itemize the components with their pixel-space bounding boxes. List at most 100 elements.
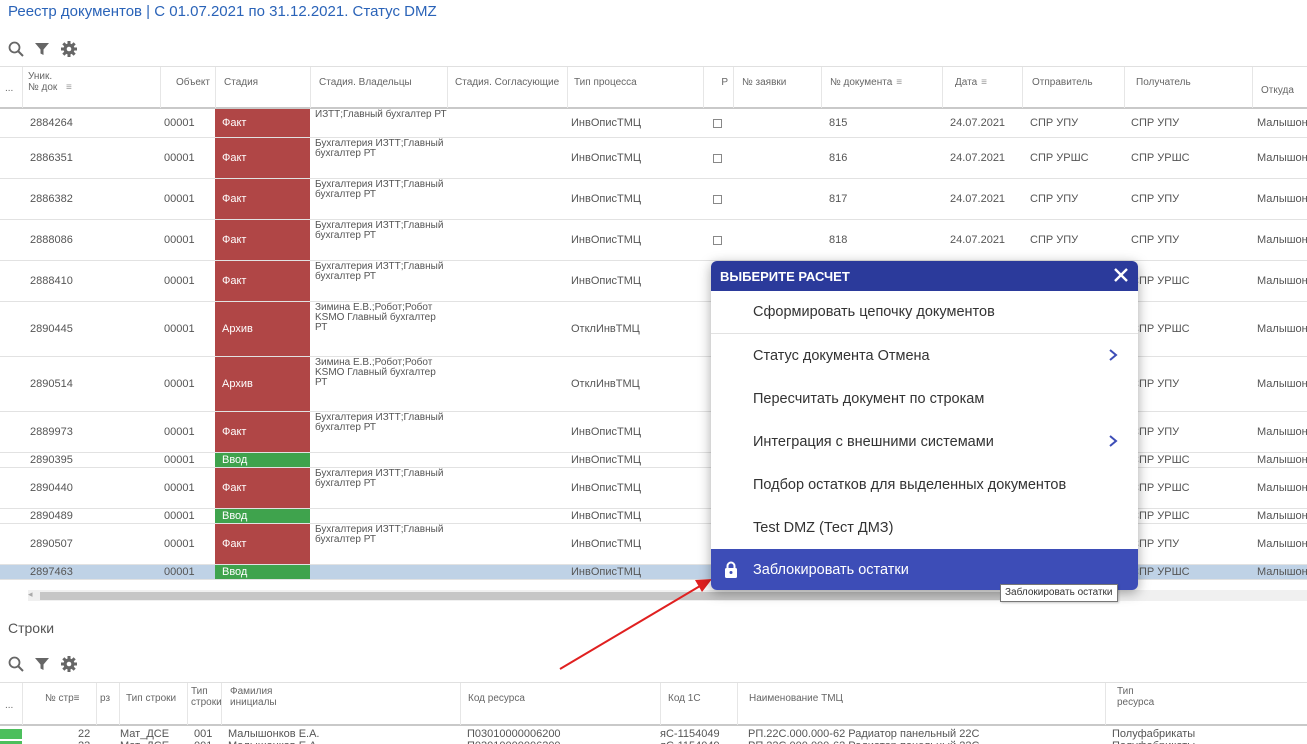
lcell-restype: Полуфабрикаты [1112, 728, 1196, 740]
cell-receiver: СПР УПУ [1131, 117, 1180, 129]
cell-process: ИнвОписТМЦ [571, 482, 642, 494]
list-item[interactable]: 22 Мат_ДСЕ 001 Малышонков Е.А. П030100000062… [0, 728, 1307, 740]
col-uniq[interactable]: Уник. № док ≡ [22, 67, 160, 108]
lcell-type: 001 [194, 740, 212, 744]
cell-sender: СПР УПУ [1030, 193, 1079, 205]
sort-icon: ≡ [66, 82, 72, 93]
row-checkbox[interactable] [713, 179, 722, 219]
col-docnum[interactable]: № документа ≡ [821, 67, 942, 108]
lcol-name[interactable]: Наименование ТМЦ [737, 683, 1105, 725]
cell-process: ИнвОписТМЦ [571, 275, 642, 287]
cell-object: 00001 [164, 454, 195, 466]
col-stage[interactable]: Стадия [215, 67, 310, 108]
menu-item-integration[interactable]: Интеграция с внешними системами [711, 420, 1138, 463]
cell-object: 00001 [164, 152, 195, 164]
lcell-name: РП.22С.000.000-62 Радиатор панельный 22С [748, 740, 979, 744]
menu-item-status-cancel[interactable]: Статус документа Отмена [711, 334, 1138, 377]
lcol-ps[interactable]: рз [96, 683, 119, 725]
cell-object: 00001 [164, 234, 195, 246]
cell-receiver: СПР УРШС [1131, 566, 1190, 578]
menu-header: ВЫБЕРИТЕ РАСЧЕТ [711, 261, 1138, 291]
col-process[interactable]: Тип процесса [567, 67, 703, 108]
cell-receiver: СПР УПУ [1131, 538, 1180, 550]
cell-object: 00001 [164, 323, 195, 335]
cell-receiver: СПР УРШС [1131, 482, 1190, 494]
tooltip: Заблокировать остатки [1000, 584, 1118, 602]
chevron-right-icon [1108, 434, 1118, 452]
row-checkbox[interactable] [713, 220, 722, 260]
calculation-menu: ВЫБЕРИТЕ РАСЧЕТ Сформировать цепочку док… [711, 261, 1138, 590]
search-icon[interactable] [8, 41, 24, 57]
lcol-surname[interactable]: Фамилия инициалы [221, 683, 281, 725]
cell-owners: Бухгалтерия ИЗТТ;Главный бухгалтер РТ [315, 138, 444, 159]
col-date[interactable]: Дата ≡ [942, 67, 1022, 108]
col-owners[interactable]: Стадия. Владельцы [310, 67, 447, 108]
status-badge: Ввод [215, 509, 310, 523]
cell-receiver: СПР УПУ [1131, 378, 1180, 390]
menu-item-recalc-lines[interactable]: Пересчитать документ по строкам [711, 377, 1138, 420]
cell-from: Малышонко [1257, 510, 1307, 522]
cell-from: Малышонко [1257, 378, 1307, 390]
scrollbar-thumb[interactable] [40, 592, 1028, 600]
cell-uniq: 2888086 [30, 234, 73, 246]
cell-date: 24.07.2021 [950, 117, 1006, 129]
col-uniq-label: Уник. № док [28, 71, 58, 93]
col-date-label: Дата [955, 77, 978, 88]
checkbox-box[interactable] [713, 118, 722, 128]
lock-icon [724, 561, 738, 582]
col-request[interactable]: № заявки [733, 67, 821, 108]
lcol-restype[interactable]: Тип ресурса [1105, 683, 1165, 725]
status-badge: Архив [215, 357, 310, 411]
gear-icon[interactable] [60, 655, 78, 673]
lcell-num: 23 [78, 740, 90, 744]
menu-item-stock-selection[interactable]: Подбор остатков для выделенных документо… [711, 463, 1138, 506]
cell-object: 00001 [164, 426, 195, 438]
checkbox-box[interactable] [713, 194, 722, 204]
column-options-button[interactable]: ... [0, 67, 22, 108]
cell-process: ОтклИнвТМЦ [571, 378, 640, 390]
gear-icon[interactable] [60, 40, 78, 58]
col-r[interactable]: Р [703, 67, 733, 108]
table-row[interactable]: 2886351 00001 ИнвОписТМЦ 816 24.07.2021 СПР У… [0, 138, 1307, 179]
status-badge: Факт [215, 412, 310, 452]
cell-receiver: СПР УРШС [1131, 152, 1190, 164]
lcol-linetype2[interactable]: Тип строки [187, 683, 222, 725]
col-from[interactable]: Откуда [1252, 67, 1307, 108]
cell-uniq: 2890489 [30, 510, 73, 522]
close-icon[interactable] [1112, 266, 1130, 284]
status-badge: Факт [215, 220, 310, 260]
list-item[interactable]: 23 Мат_ДСЕ 001 Малышонков Е.А. П030100000062… [0, 740, 1307, 744]
lcol-code1c[interactable]: Код 1С [660, 683, 737, 725]
filter-icon[interactable] [34, 41, 50, 57]
checkbox-box[interactable] [713, 235, 722, 245]
cell-date: 24.07.2021 [950, 234, 1006, 246]
cell-uniq: 2890514 [30, 378, 73, 390]
scroll-left-icon[interactable]: ◂ [28, 589, 33, 600]
cell-owners: Бухгалтерия ИЗТТ;Главный бухгалтер РТ [315, 412, 444, 433]
row-checkbox[interactable] [713, 109, 722, 137]
table-row[interactable]: 2886382 00001 ИнвОписТМЦ 817 24.07.2021 СПР У… [0, 179, 1307, 220]
table-row[interactable]: 2888086 00001 ИнвОписТМЦ 818 24.07.2021 СПР У… [0, 220, 1307, 261]
cell-uniq: 2886351 [30, 152, 73, 164]
search-icon[interactable] [8, 656, 24, 672]
menu-item-document-chain[interactable]: Сформировать цепочку документов [711, 291, 1138, 334]
cell-process: ИнвОписТМЦ [571, 566, 642, 578]
col-receiver[interactable]: Получатель [1124, 67, 1252, 108]
lcol-num[interactable]: № стр≡ [22, 683, 96, 725]
lcol-rescode[interactable]: Код ресурса [460, 683, 660, 725]
grid-header: ... Уник. № док ≡ Объект Стадия Стадия. В… [0, 66, 1307, 109]
filter-icon[interactable] [34, 656, 50, 672]
status-badge: Факт [215, 524, 310, 564]
checkbox-box[interactable] [713, 153, 722, 163]
col-object[interactable]: Объект [160, 67, 215, 108]
status-badge: Факт [215, 179, 310, 219]
row-checkbox[interactable] [713, 138, 722, 178]
lines-column-options-button[interactable]: ... [0, 683, 22, 725]
cell-object: 00001 [164, 538, 195, 550]
lcol-linetype[interactable]: Тип строки [119, 683, 187, 725]
table-row[interactable]: 2884264 00001 ИнвОписТМЦ 815 24.07.2021 СПР У… [0, 109, 1307, 138]
col-approvers[interactable]: Стадия. Согласующие [447, 67, 567, 108]
menu-item-test-dmz[interactable]: Test DMZ (Тест ДМЗ) [711, 506, 1138, 549]
col-sender[interactable]: Отправитель [1022, 67, 1124, 108]
status-badge: Ввод [215, 453, 310, 467]
